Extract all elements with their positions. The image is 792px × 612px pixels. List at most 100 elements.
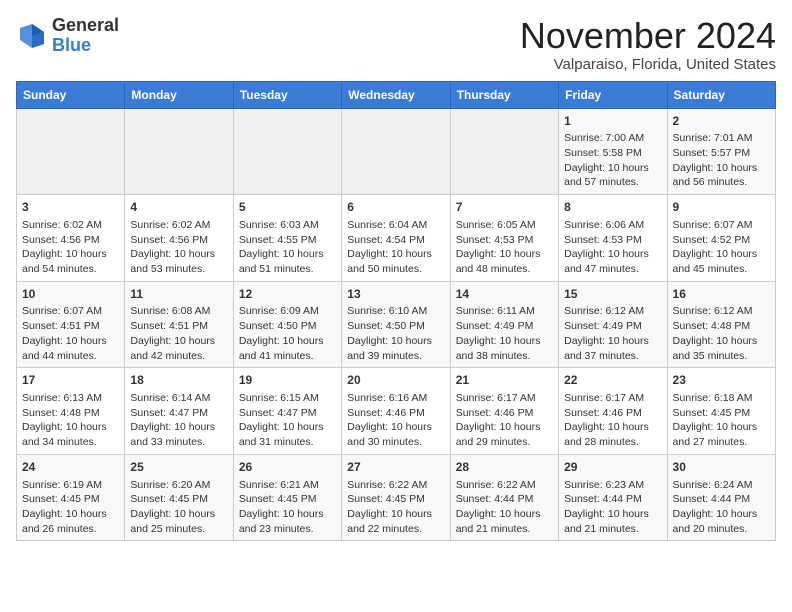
day-info-line: Sunset: 4:56 PM (130, 233, 227, 248)
calendar-day-cell: 5Sunrise: 6:03 AMSunset: 4:55 PMDaylight… (233, 195, 341, 282)
day-info-line: Daylight: 10 hours and 21 minutes. (456, 507, 553, 536)
calendar-day-cell: 21Sunrise: 6:17 AMSunset: 4:46 PMDayligh… (450, 368, 558, 455)
calendar-day-cell: 4 Sunrise: 6:02 AMSunset: 4:56 PMDaylight… (125, 195, 233, 282)
calendar-day-cell (233, 108, 341, 195)
day-info-line: Sunrise: 6:05 AM (456, 218, 553, 233)
calendar-day-cell: 11Sunrise: 6:08 AMSunset: 4:51 PMDayligh… (125, 281, 233, 368)
day-info-line: Sunset: 4:46 PM (347, 406, 444, 421)
calendar-day-cell: 25Sunrise: 6:20 AMSunset: 4:45 PMDayligh… (125, 454, 233, 541)
calendar-day-cell: 10Sunrise: 6:07 AMSunset: 4:51 PMDayligh… (17, 281, 125, 368)
day-number: 4 (130, 199, 227, 216)
day-info-line: Daylight: 10 hours and 56 minutes. (673, 161, 770, 190)
day-number: 20 (347, 372, 444, 389)
calendar-day-cell (125, 108, 233, 195)
day-info-line: Sunset: 4:55 PM (239, 233, 336, 248)
day-info-line: Sunset: 5:58 PM (564, 146, 661, 161)
day-info-line: Daylight: 10 hours and 25 minutes. (130, 507, 227, 536)
day-number: 22 (564, 372, 661, 389)
day-info-line: Daylight: 10 hours and 44 minutes. (22, 334, 119, 363)
calendar-day-cell: 19Sunrise: 6:15 AMSunset: 4:47 PMDayligh… (233, 368, 341, 455)
day-info-line: Sunrise: 6:13 AM (22, 391, 119, 406)
weekday-header-cell: Wednesday (342, 81, 450, 108)
day-info-line: Sunrise: 6:09 AM (239, 304, 336, 319)
day-info-line: Sunset: 4:45 PM (22, 492, 119, 507)
weekday-header-cell: Friday (559, 81, 667, 108)
day-number: 7 (456, 199, 553, 216)
day-number: 6 (347, 199, 444, 216)
day-number: 24 (22, 459, 119, 476)
calendar-day-cell: 12Sunrise: 6:09 AMSunset: 4:50 PMDayligh… (233, 281, 341, 368)
calendar-day-cell: 3Sunrise: 6:02 AMSunset: 4:56 PMDaylight… (17, 195, 125, 282)
day-info-line: Daylight: 10 hours and 21 minutes. (564, 507, 661, 536)
weekday-header-cell: Sunday (17, 81, 125, 108)
day-info-line: Sunset: 5:57 PM (673, 146, 770, 161)
day-info-line: Sunset: 4:50 PM (347, 319, 444, 334)
calendar-day-cell: 24 Sunrise: 6:19 AMSunset: 4:45 PMDayligh… (17, 454, 125, 541)
day-info-line: Sunset: 4:44 PM (564, 492, 661, 507)
day-info-line: Daylight: 10 hours and 57 minutes. (564, 161, 661, 190)
day-info-line: Daylight: 10 hours and 51 minutes. (239, 247, 336, 276)
calendar-week-row: 24Sunrise: 6:19 AMSunset: 4:45 PMDayligh… (17, 454, 776, 541)
day-number: 5 (239, 199, 336, 216)
day-number: 8 (564, 199, 661, 216)
calendar-day-cell: 27Sunrise: 6:22 AMSunset: 4:45 PMDayligh… (342, 454, 450, 541)
weekday-header-row: SundayMondayTuesdayWednesdayThursdayFrid… (17, 81, 776, 108)
day-info-line: Sunset: 4:49 PM (456, 319, 553, 334)
day-info-line: Daylight: 10 hours and 26 minutes. (22, 507, 119, 536)
weekday-header-cell: Saturday (667, 81, 775, 108)
day-info-line: Sunrise: 6:21 AM (239, 478, 336, 493)
day-info-line: Sunset: 4:51 PM (22, 319, 119, 334)
calendar-day-cell: 13Sunrise: 6:10 AMSunset: 4:50 PMDayligh… (342, 281, 450, 368)
calendar-day-cell: 9Sunrise: 6:07 AMSunset: 4:52 PMDaylight… (667, 195, 775, 282)
calendar-day-cell: 26Sunrise: 6:21 AMSunset: 4:45 PMDayligh… (233, 454, 341, 541)
day-info-line: Daylight: 10 hours and 48 minutes. (456, 247, 553, 276)
calendar-day-cell (17, 108, 125, 195)
calendar-day-cell: 16Sunrise: 6:12 AMSunset: 4:48 PMDayligh… (667, 281, 775, 368)
logo-general: General (52, 15, 119, 35)
calendar-table: SundayMondayTuesdayWednesdayThursdayFrid… (16, 81, 776, 542)
day-number: 15 (564, 286, 661, 303)
day-number: 27 (347, 459, 444, 476)
day-info-line: Sunset: 4:53 PM (456, 233, 553, 248)
day-info-line: Sunrise: 6:02 AM (22, 218, 119, 233)
day-info-line: Sunset: 4:44 PM (456, 492, 553, 507)
day-number: 23 (673, 372, 770, 389)
day-info-line: Sunrise: 6:07 AM (22, 304, 119, 319)
day-info-line: Sunrise: 6:19 AM (22, 478, 119, 493)
calendar-week-row: 3Sunrise: 6:02 AMSunset: 4:56 PMDaylight… (17, 195, 776, 282)
day-info-line: Sunrise: 7:00 AM (564, 131, 661, 146)
day-info-line: Sunrise: 6:24 AM (673, 478, 770, 493)
day-info-line: Daylight: 10 hours and 34 minutes. (22, 420, 119, 449)
day-number: 19 (239, 372, 336, 389)
calendar-day-cell (342, 108, 450, 195)
calendar-day-cell: 28Sunrise: 6:22 AMSunset: 4:44 PMDayligh… (450, 454, 558, 541)
day-info-line: Daylight: 10 hours and 53 minutes. (130, 247, 227, 276)
day-number: 17 (22, 372, 119, 389)
day-info-line: Daylight: 10 hours and 22 minutes. (347, 507, 444, 536)
day-number: 13 (347, 286, 444, 303)
day-number: 10 (22, 286, 119, 303)
day-info-line: Daylight: 10 hours and 29 minutes. (456, 420, 553, 449)
day-info-line: Sunset: 4:53 PM (564, 233, 661, 248)
calendar-day-cell: 29Sunrise: 6:23 AMSunset: 4:44 PMDayligh… (559, 454, 667, 541)
calendar-day-cell: 20Sunrise: 6:16 AMSunset: 4:46 PMDayligh… (342, 368, 450, 455)
day-info-line: Sunrise: 7:01 AM (673, 131, 770, 146)
day-info-line: Sunrise: 6:12 AM (564, 304, 661, 319)
day-info-line: Sunset: 4:46 PM (564, 406, 661, 421)
day-info-line: Sunrise: 6:02 AM (130, 218, 227, 233)
calendar-day-cell: 17Sunrise: 6:13 AMSunset: 4:48 PMDayligh… (17, 368, 125, 455)
day-info-line: Sunrise: 6:18 AM (673, 391, 770, 406)
day-info-line: Sunset: 4:45 PM (239, 492, 336, 507)
day-number: 29 (564, 459, 661, 476)
day-number: 18 (130, 372, 227, 389)
title-block: November 2024 Valparaiso, Florida, Unite… (520, 16, 776, 73)
day-number: 30 (673, 459, 770, 476)
day-info-line: Sunrise: 6:22 AM (456, 478, 553, 493)
day-info-line: Daylight: 10 hours and 30 minutes. (347, 420, 444, 449)
day-info-line: Sunrise: 6:17 AM (564, 391, 661, 406)
page-header: General Blue November 2024 Valparaiso, F… (16, 16, 776, 73)
day-info-line: Daylight: 10 hours and 31 minutes. (239, 420, 336, 449)
day-number: 16 (673, 286, 770, 303)
day-number: 12 (239, 286, 336, 303)
calendar-day-cell: 8Sunrise: 6:06 AMSunset: 4:53 PMDaylight… (559, 195, 667, 282)
